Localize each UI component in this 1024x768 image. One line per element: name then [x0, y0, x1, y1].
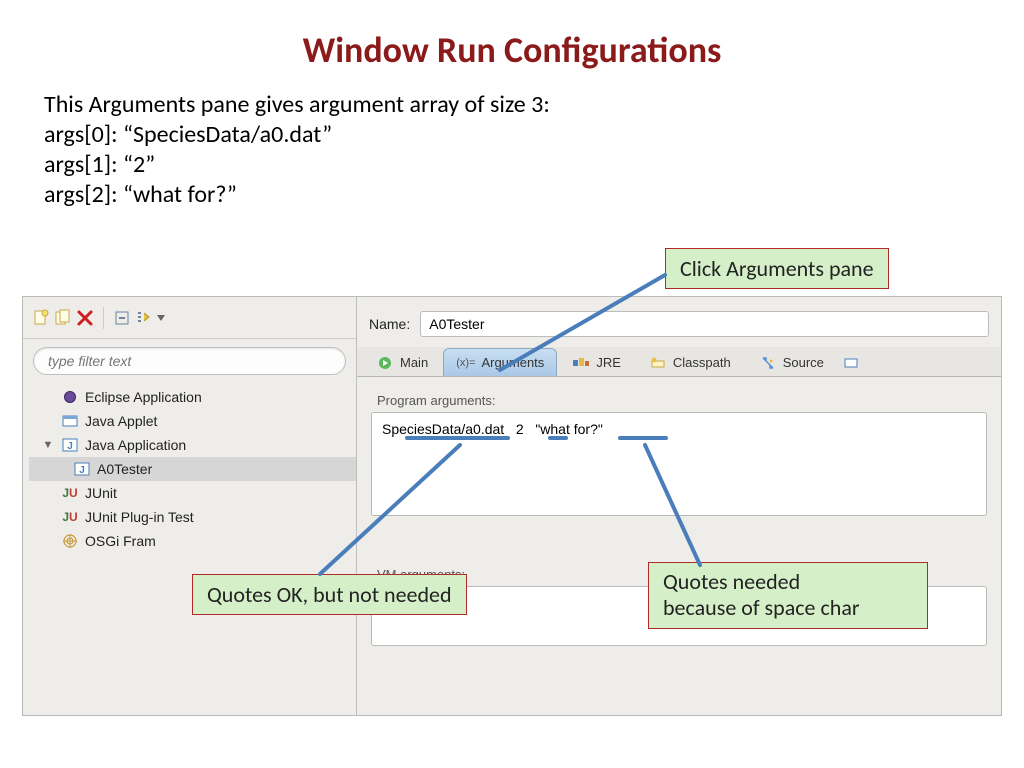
- tree-item-a0tester[interactable]: J A0Tester: [29, 457, 356, 481]
- tab-arguments[interactable]: (x)= Arguments: [443, 348, 557, 376]
- tree-label: OSGi Fram: [85, 533, 156, 549]
- tab-bar: Main (x)= Arguments JRE Classpath Source: [357, 347, 1001, 377]
- callout-quotes-needed: Quotes needed because of space char: [648, 562, 928, 629]
- java-app-icon: J: [61, 437, 79, 453]
- underline-arg1: [548, 436, 568, 440]
- tree-label: A0Tester: [97, 461, 152, 477]
- tree-label: JUnit Plug-in Test: [85, 509, 194, 525]
- tab-label: Classpath: [673, 355, 731, 370]
- program-args-label: Program arguments:: [371, 393, 987, 408]
- name-field[interactable]: [420, 311, 989, 337]
- filter-icon[interactable]: [134, 308, 154, 328]
- intro-text: This Arguments pane gives argument array…: [0, 90, 1024, 210]
- eclipse-icon: [61, 389, 79, 405]
- tab-label: JRE: [596, 355, 621, 370]
- intro-line: This Arguments pane gives argument array…: [44, 90, 1024, 120]
- tree-item-java-applet[interactable]: Java Applet: [29, 409, 356, 433]
- left-pane: Eclipse Application Java Applet ▼ J Java…: [23, 297, 357, 715]
- source-icon: [759, 355, 777, 371]
- right-pane: Name: Main (x)= Arguments JRE Classpath: [357, 297, 1001, 715]
- tab-label: Main: [400, 355, 428, 370]
- svg-text:J: J: [79, 465, 85, 476]
- delete-icon[interactable]: [75, 308, 95, 328]
- intro-line: args[0]: “SpeciesData/a0.dat”: [44, 120, 1024, 150]
- svg-text:J: J: [67, 441, 73, 452]
- tab-source[interactable]: Source: [746, 348, 837, 376]
- callout-click-args: Click Arguments pane: [665, 248, 889, 289]
- tree-item-osgi[interactable]: OSGi Fram: [29, 529, 356, 553]
- tab-main[interactable]: Main: [363, 348, 441, 376]
- intro-line: args[1]: “2”: [44, 150, 1024, 180]
- program-args-field[interactable]: [371, 412, 987, 516]
- intro-line: args[2]: “what for?”: [44, 180, 1024, 210]
- underline-arg2: [618, 436, 668, 440]
- osgi-icon: [61, 533, 79, 549]
- underline-arg0: [405, 436, 510, 440]
- new-config-icon[interactable]: [31, 308, 51, 328]
- tree-item-junit[interactable]: JU JUnit: [29, 481, 356, 505]
- slide-title: Window Run Configurations: [0, 0, 1024, 90]
- jre-icon: [572, 355, 590, 371]
- java-file-icon: J: [73, 461, 91, 477]
- classpath-icon: [649, 355, 667, 371]
- callout-line: because of space char: [663, 595, 913, 621]
- applet-icon: [61, 413, 79, 429]
- tab-label: Arguments: [481, 355, 544, 370]
- dropdown-icon[interactable]: [156, 308, 166, 328]
- variable-icon: (x)=: [456, 357, 475, 369]
- tree-label: JUnit: [85, 485, 117, 501]
- filter-input[interactable]: [33, 347, 346, 375]
- run-icon: [376, 355, 394, 371]
- toolbar: [23, 297, 356, 339]
- run-config-window: Eclipse Application Java Applet ▼ J Java…: [22, 296, 1002, 716]
- tree-item-eclipse-app[interactable]: Eclipse Application: [29, 385, 356, 409]
- tree-label: Java Applet: [85, 413, 157, 429]
- name-label: Name:: [369, 316, 410, 332]
- tree-label: Eclipse Application: [85, 389, 202, 405]
- duplicate-icon[interactable]: [53, 308, 73, 328]
- tab-classpath[interactable]: Classpath: [636, 348, 744, 376]
- tab-label: Source: [783, 355, 824, 370]
- junit-plugin-icon: JU: [61, 509, 79, 525]
- junit-icon: JU: [61, 485, 79, 501]
- disclosure-triangle-icon[interactable]: ▼: [41, 439, 55, 451]
- tree-label: Java Application: [85, 437, 186, 453]
- config-tree: Eclipse Application Java Applet ▼ J Java…: [23, 381, 356, 553]
- callout-line: Quotes needed: [663, 569, 913, 595]
- collapse-all-icon[interactable]: [112, 308, 132, 328]
- tab-more[interactable]: [839, 348, 863, 376]
- tree-item-java-application[interactable]: ▼ J Java Application: [29, 433, 356, 457]
- tree-item-junit-plugin[interactable]: JU JUnit Plug-in Test: [29, 505, 356, 529]
- callout-quotes-ok: Quotes OK, but not needed: [192, 574, 467, 615]
- tab-jre[interactable]: JRE: [559, 348, 634, 376]
